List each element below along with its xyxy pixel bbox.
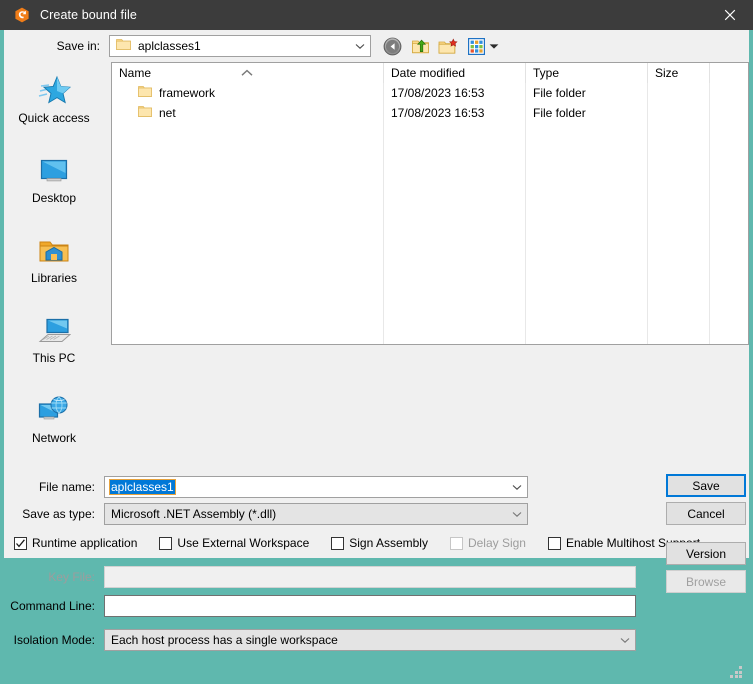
table-row[interactable]: framework 17/08/2023 16:53 File folder — [112, 83, 748, 103]
options-checkbox-row: Runtime application Use External Workspa… — [14, 536, 722, 550]
title-bar: Create bound file — [0, 0, 753, 30]
checkbox-label: Sign Assembly — [349, 536, 428, 550]
file-list-rows: framework 17/08/2023 16:53 File folder — [112, 83, 748, 344]
save-in-value: aplclasses1 — [138, 39, 201, 53]
save-in-label: Save in: — [4, 39, 109, 53]
places-bar: Quick access Desktop — [4, 62, 104, 474]
place-label: This PC — [33, 351, 76, 365]
monitor-icon — [38, 154, 70, 188]
close-icon[interactable] — [707, 0, 753, 30]
new-folder-button[interactable] — [436, 35, 460, 58]
file-name-input[interactable]: aplclasses1 — [104, 476, 528, 498]
file-type-cell: File folder — [525, 86, 647, 100]
column-header-type[interactable]: Type — [525, 63, 647, 83]
views-chevron-down-icon[interactable] — [489, 39, 499, 53]
libraries-folder-icon — [38, 234, 70, 268]
place-label: Desktop — [32, 191, 76, 205]
place-quick-access[interactable]: Quick access — [4, 74, 104, 134]
save-button[interactable]: Save — [666, 474, 746, 497]
folder-icon — [138, 105, 152, 121]
checkbox-delay-sign: Delay Sign — [450, 536, 526, 550]
computer-icon — [37, 314, 71, 348]
chevron-down-icon[interactable] — [350, 43, 370, 50]
dialog-body: Quick access Desktop — [4, 62, 749, 474]
file-type-cell: File folder — [525, 106, 647, 120]
key-file-label: Key File: — [4, 570, 104, 584]
folder-icon — [138, 85, 152, 101]
views-grid-icon — [464, 35, 488, 58]
dialog-toolbar — [380, 35, 499, 58]
command-line-label: Command Line: — [4, 599, 104, 613]
network-globe-icon — [37, 394, 71, 428]
file-name-cell: net — [112, 105, 383, 121]
save-as-type-label: Save as type: — [4, 507, 104, 521]
command-line-input[interactable] — [104, 595, 636, 617]
checkbox-label: Delay Sign — [468, 536, 526, 550]
file-name-text: net — [159, 106, 176, 120]
checkbox-sign-assembly[interactable]: Sign Assembly — [331, 536, 428, 550]
file-date-cell: 17/08/2023 16:53 — [383, 106, 525, 120]
place-label: Network — [32, 431, 76, 445]
isolation-mode-label: Isolation Mode: — [4, 633, 104, 647]
file-name-cell: framework — [112, 85, 383, 101]
window-title: Create bound file — [40, 8, 707, 22]
key-file-input — [104, 566, 636, 588]
dyalog-hexagon-icon — [14, 7, 30, 23]
resize-grip[interactable] — [730, 666, 743, 679]
column-header-size[interactable]: Size — [647, 63, 709, 83]
save-in-bar: Save in: aplclasses1 — [4, 30, 749, 62]
place-desktop[interactable]: Desktop — [4, 154, 104, 214]
cancel-button[interactable]: Cancel — [666, 502, 746, 525]
command-line-row: Command Line: — [4, 595, 636, 617]
isolation-mode-select[interactable]: Each host process has a single workspace — [104, 629, 636, 651]
action-buttons: Save Cancel Version Browse — [666, 474, 746, 598]
browse-button: Browse — [666, 570, 746, 593]
checkbox-box — [331, 537, 344, 550]
file-name-label: File name: — [4, 480, 104, 494]
chevron-down-icon[interactable] — [615, 637, 635, 644]
create-bound-file-dialog: Create bound file Save in: aplclasses1 — [0, 0, 753, 562]
checkbox-runtime-application[interactable]: Runtime application — [14, 536, 137, 550]
star-icon — [37, 74, 71, 108]
save-in-combo[interactable]: aplclasses1 — [109, 35, 371, 57]
save-as-type-value: Microsoft .NET Assembly (*.dll) — [111, 507, 276, 521]
views-button[interactable] — [464, 35, 499, 58]
up-one-level-button[interactable] — [408, 35, 432, 58]
checkbox-box — [450, 537, 463, 550]
column-header-spacer — [709, 63, 748, 83]
key-file-row: Key File: — [4, 566, 636, 588]
sort-ascending-icon — [240, 66, 254, 80]
checkbox-box — [14, 537, 27, 550]
place-label: Libraries — [31, 271, 77, 285]
file-name-value: aplclasses1 — [110, 480, 175, 494]
checkbox-use-external-workspace[interactable]: Use External Workspace — [159, 536, 309, 550]
place-label: Quick access — [18, 111, 89, 125]
save-as-type-select[interactable]: Microsoft .NET Assembly (*.dll) — [104, 503, 528, 525]
table-row[interactable]: net 17/08/2023 16:53 File folder — [112, 103, 748, 123]
isolation-mode-row: Isolation Mode: Each host process has a … — [4, 629, 636, 651]
lower-form: File name: aplclasses1 Save as type: Mic… — [4, 474, 749, 684]
file-name-row: File name: aplclasses1 — [4, 476, 528, 498]
chevron-down-icon[interactable] — [507, 511, 527, 518]
back-button[interactable] — [380, 35, 404, 58]
chevron-down-icon[interactable] — [507, 484, 527, 491]
checkbox-box — [159, 537, 172, 550]
isolation-mode-value: Each host process has a single workspace — [111, 633, 338, 647]
file-list-panel: Name Date modified Type Size — [111, 62, 749, 345]
checkbox-box — [548, 537, 561, 550]
file-date-cell: 17/08/2023 16:53 — [383, 86, 525, 100]
column-header-name[interactable]: Name — [112, 63, 383, 83]
checkbox-label: Use External Workspace — [177, 536, 309, 550]
column-header-date-modified[interactable]: Date modified — [383, 63, 525, 83]
place-this-pc[interactable]: This PC — [4, 314, 104, 374]
folder-icon — [116, 38, 131, 54]
checkbox-label: Runtime application — [32, 536, 137, 550]
file-list-header: Name Date modified Type Size — [112, 63, 748, 83]
file-name-text: framework — [159, 86, 215, 100]
place-network[interactable]: Network — [4, 394, 104, 454]
save-as-type-row: Save as type: Microsoft .NET Assembly (*… — [4, 503, 528, 525]
place-libraries[interactable]: Libraries — [4, 234, 104, 294]
